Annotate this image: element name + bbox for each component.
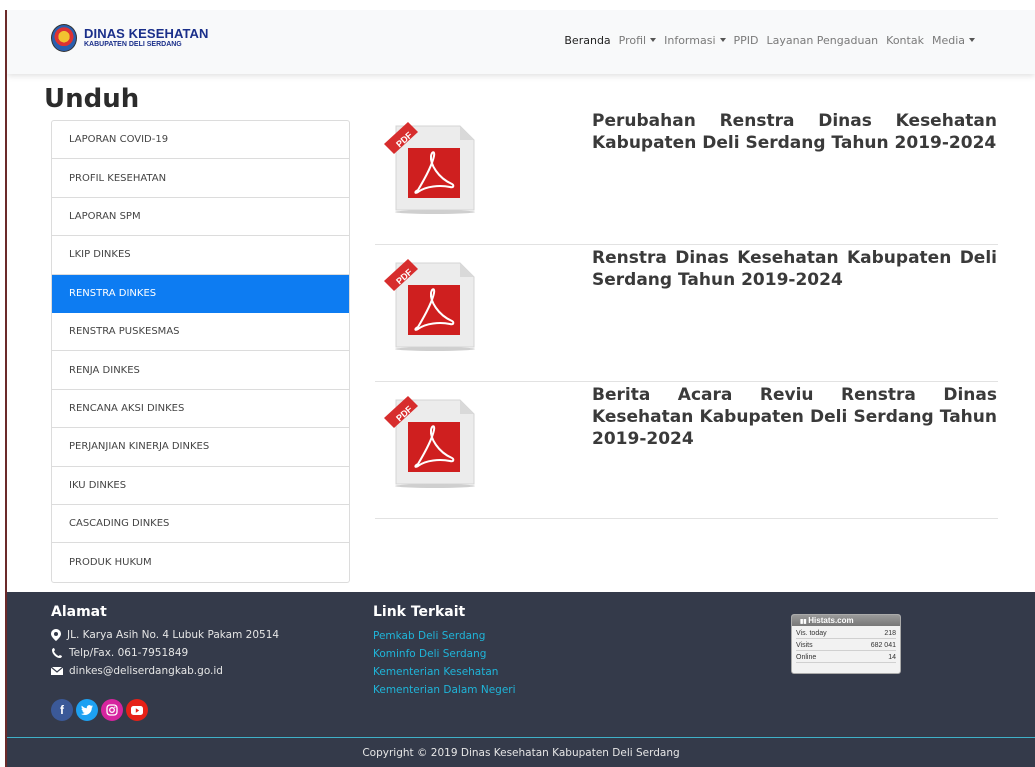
- download-item: PDF Berita Acara Reviu Renstra Dinas Kes…: [375, 382, 998, 519]
- pdf-icon[interactable]: PDF: [382, 392, 482, 488]
- nav-item-beranda[interactable]: Beranda: [564, 34, 610, 47]
- footer-link-kementerian-kesehatan[interactable]: Kementerian Kesehatan: [373, 666, 498, 678]
- download-title-link[interactable]: Renstra Dinas Kesehatan Kabupaten Deli S…: [592, 247, 997, 291]
- clipped-caption: [0, 0, 1035, 10]
- histats-row: Online 14: [796, 653, 896, 663]
- histats-row: Visits 682 041: [796, 641, 896, 651]
- nav-label: Informasi: [664, 34, 716, 47]
- footer-address-text: JL. Karya Asih No. 4 Lubuk Pakam 20514: [67, 629, 280, 641]
- footer-phone-row: Telp/Fax. 061-7951849: [51, 647, 188, 659]
- download-title-link[interactable]: Perubahan Renstra Dinas Kesehatan Kabupa…: [592, 110, 997, 154]
- sidebar-item-profil-kesehatan[interactable]: PROFIL KESEHATAN: [52, 159, 349, 198]
- nav-label: Profil: [618, 34, 647, 47]
- histats-row-value: 218: [884, 630, 896, 637]
- nav-label: Media: [931, 34, 965, 47]
- histats-counter-widget[interactable]: ▮▮ Histats.com Vis. today 218 Visits 682 0…: [791, 614, 901, 674]
- envelope-icon: [51, 666, 63, 675]
- navbar: DINAS KESEHATAN KABUPATEN DELI SERDANG B…: [7, 10, 1035, 74]
- histats-row-label: Vis. today: [796, 630, 827, 637]
- copyright-text: Copyright © 2019 Dinas Kesehatan Kabupat…: [362, 747, 680, 759]
- twitter-icon[interactable]: [76, 699, 98, 721]
- footer-links-title: Link Terkait: [373, 604, 466, 620]
- sidebar-item-laporan-spm[interactable]: LAPORAN SPM: [52, 198, 349, 237]
- download-item: PDF Perubahan Renstra Dinas Kesehatan Ka…: [375, 108, 998, 245]
- browser-viewport: DINAS KESEHATAN KABUPATEN DELI SERDANG B…: [5, 10, 1035, 767]
- histats-row-label: Online: [796, 654, 817, 661]
- histats-row-label: Visits: [796, 642, 813, 649]
- instagram-icon[interactable]: [101, 699, 123, 721]
- histats-brand-label: Histats.com: [808, 616, 854, 625]
- histats-brand: ▮▮ Histats.com: [792, 615, 900, 626]
- chevron-down-icon: [650, 38, 657, 42]
- footer-address-title: Alamat: [51, 604, 107, 620]
- brand-title: DINAS KESEHATAN: [84, 26, 209, 41]
- nav-label: Beranda: [564, 34, 611, 47]
- download-item: PDF Renstra Dinas Kesehatan Kabupaten De…: [375, 245, 998, 382]
- sidebar-item-renstra-puskesmas[interactable]: RENSTRA PUSKESMAS: [52, 313, 349, 352]
- sidebar-item-produk-hukum[interactable]: PRODUK HUKUM: [52, 543, 349, 581]
- pdf-icon[interactable]: PDF: [382, 255, 482, 351]
- footer-link-kementerian-dalam-negeri[interactable]: Kementerian Dalam Negeri: [373, 684, 516, 696]
- sidebar-item-iku-dinkes[interactable]: IKU DINKES: [52, 467, 349, 505]
- sidebar-item-rencana-aksi-dinkes[interactable]: RENCANA AKSI DINKES: [52, 390, 349, 429]
- footer-address-row: JL. Karya Asih No. 4 Lubuk Pakam 20514: [51, 629, 279, 641]
- phone-icon: [52, 648, 62, 658]
- sidebar-item-renja-dinkes[interactable]: RENJA DINKES: [52, 351, 349, 390]
- youtube-glyph: [131, 705, 143, 715]
- nav-label: Layanan Pengaduan: [766, 34, 879, 47]
- footer-link-kominfo-deli-serdang[interactable]: Kominfo Deli Serdang: [373, 648, 486, 660]
- site-footer: Alamat JL. Karya Asih No. 4 Lubuk Pakam …: [7, 592, 1035, 767]
- download-title-link[interactable]: Berita Acara Reviu Renstra Dinas Kesehat…: [592, 384, 997, 450]
- dinkes-logo-icon: [51, 24, 77, 52]
- brand-logo-link[interactable]: DINAS KESEHATAN KABUPATEN DELI SERDANG: [51, 24, 209, 52]
- chevron-down-icon: [969, 38, 975, 42]
- nav-item-profil[interactable]: Profil: [618, 34, 657, 47]
- facebook-icon[interactable]: f: [51, 699, 73, 721]
- sidebar-item-laporan-covid-19[interactable]: LAPORAN COVID-19: [52, 121, 349, 160]
- facebook-glyph: f: [60, 703, 64, 717]
- brand-text: DINAS KESEHATAN KABUPATEN DELI SERDANG: [84, 27, 209, 49]
- nav-item-kontak[interactable]: Kontak: [886, 34, 924, 47]
- pdf-icon[interactable]: PDF: [382, 118, 482, 214]
- footer-email-link[interactable]: dinkes@deliserdangkab.go.id: [69, 665, 223, 677]
- nav-item-informasi[interactable]: Informasi: [664, 34, 726, 47]
- sidebar-item-cascading-dinkes[interactable]: CASCADING DINKES: [52, 505, 349, 544]
- nav-label: PPID: [733, 34, 759, 47]
- histats-row: Vis. today 218: [796, 629, 896, 639]
- instagram-glyph: [106, 704, 118, 716]
- nav-label: Kontak: [886, 34, 924, 47]
- page-title: Unduh: [44, 84, 140, 114]
- footer-phone-text: Telp/Fax. 061-7951849: [69, 647, 189, 659]
- nav-item-ppid[interactable]: PPID: [734, 34, 759, 47]
- twitter-bird-glyph: [81, 705, 93, 715]
- footer-email-row: dinkes@deliserdangkab.go.id: [51, 665, 223, 677]
- sidebar-item-perjanjian-kinerja-dinkes[interactable]: PERJANJIAN KINERJA DINKES: [52, 428, 349, 467]
- histats-row-value: 682 041: [870, 642, 896, 649]
- map-marker-icon: [51, 629, 61, 641]
- nav-item-media[interactable]: Media: [932, 34, 975, 47]
- chevron-down-icon: [719, 38, 726, 42]
- youtube-icon[interactable]: [126, 699, 148, 721]
- nav-item-layanan-pengaduan[interactable]: Layanan Pengaduan: [766, 34, 878, 47]
- histats-row-value: 14: [888, 654, 896, 661]
- category-sidebar: LAPORAN COVID-19 PROFIL KESEHATAN LAPORA…: [51, 120, 350, 583]
- sidebar-item-lkip-dinkes[interactable]: LKIP DINKES: [52, 236, 349, 275]
- sidebar-item-renstra-dinkes[interactable]: RENSTRA DINKES: [52, 274, 349, 313]
- brand-subtitle: KABUPATEN DELI SERDANG: [84, 41, 182, 48]
- main-nav: Beranda Profil Informasi PPID Layanan Pe…: [564, 34, 975, 47]
- footer-link-pemkab-deli-serdang[interactable]: Pemkab Deli Serdang: [373, 630, 485, 642]
- footer-divider: [7, 737, 1035, 738]
